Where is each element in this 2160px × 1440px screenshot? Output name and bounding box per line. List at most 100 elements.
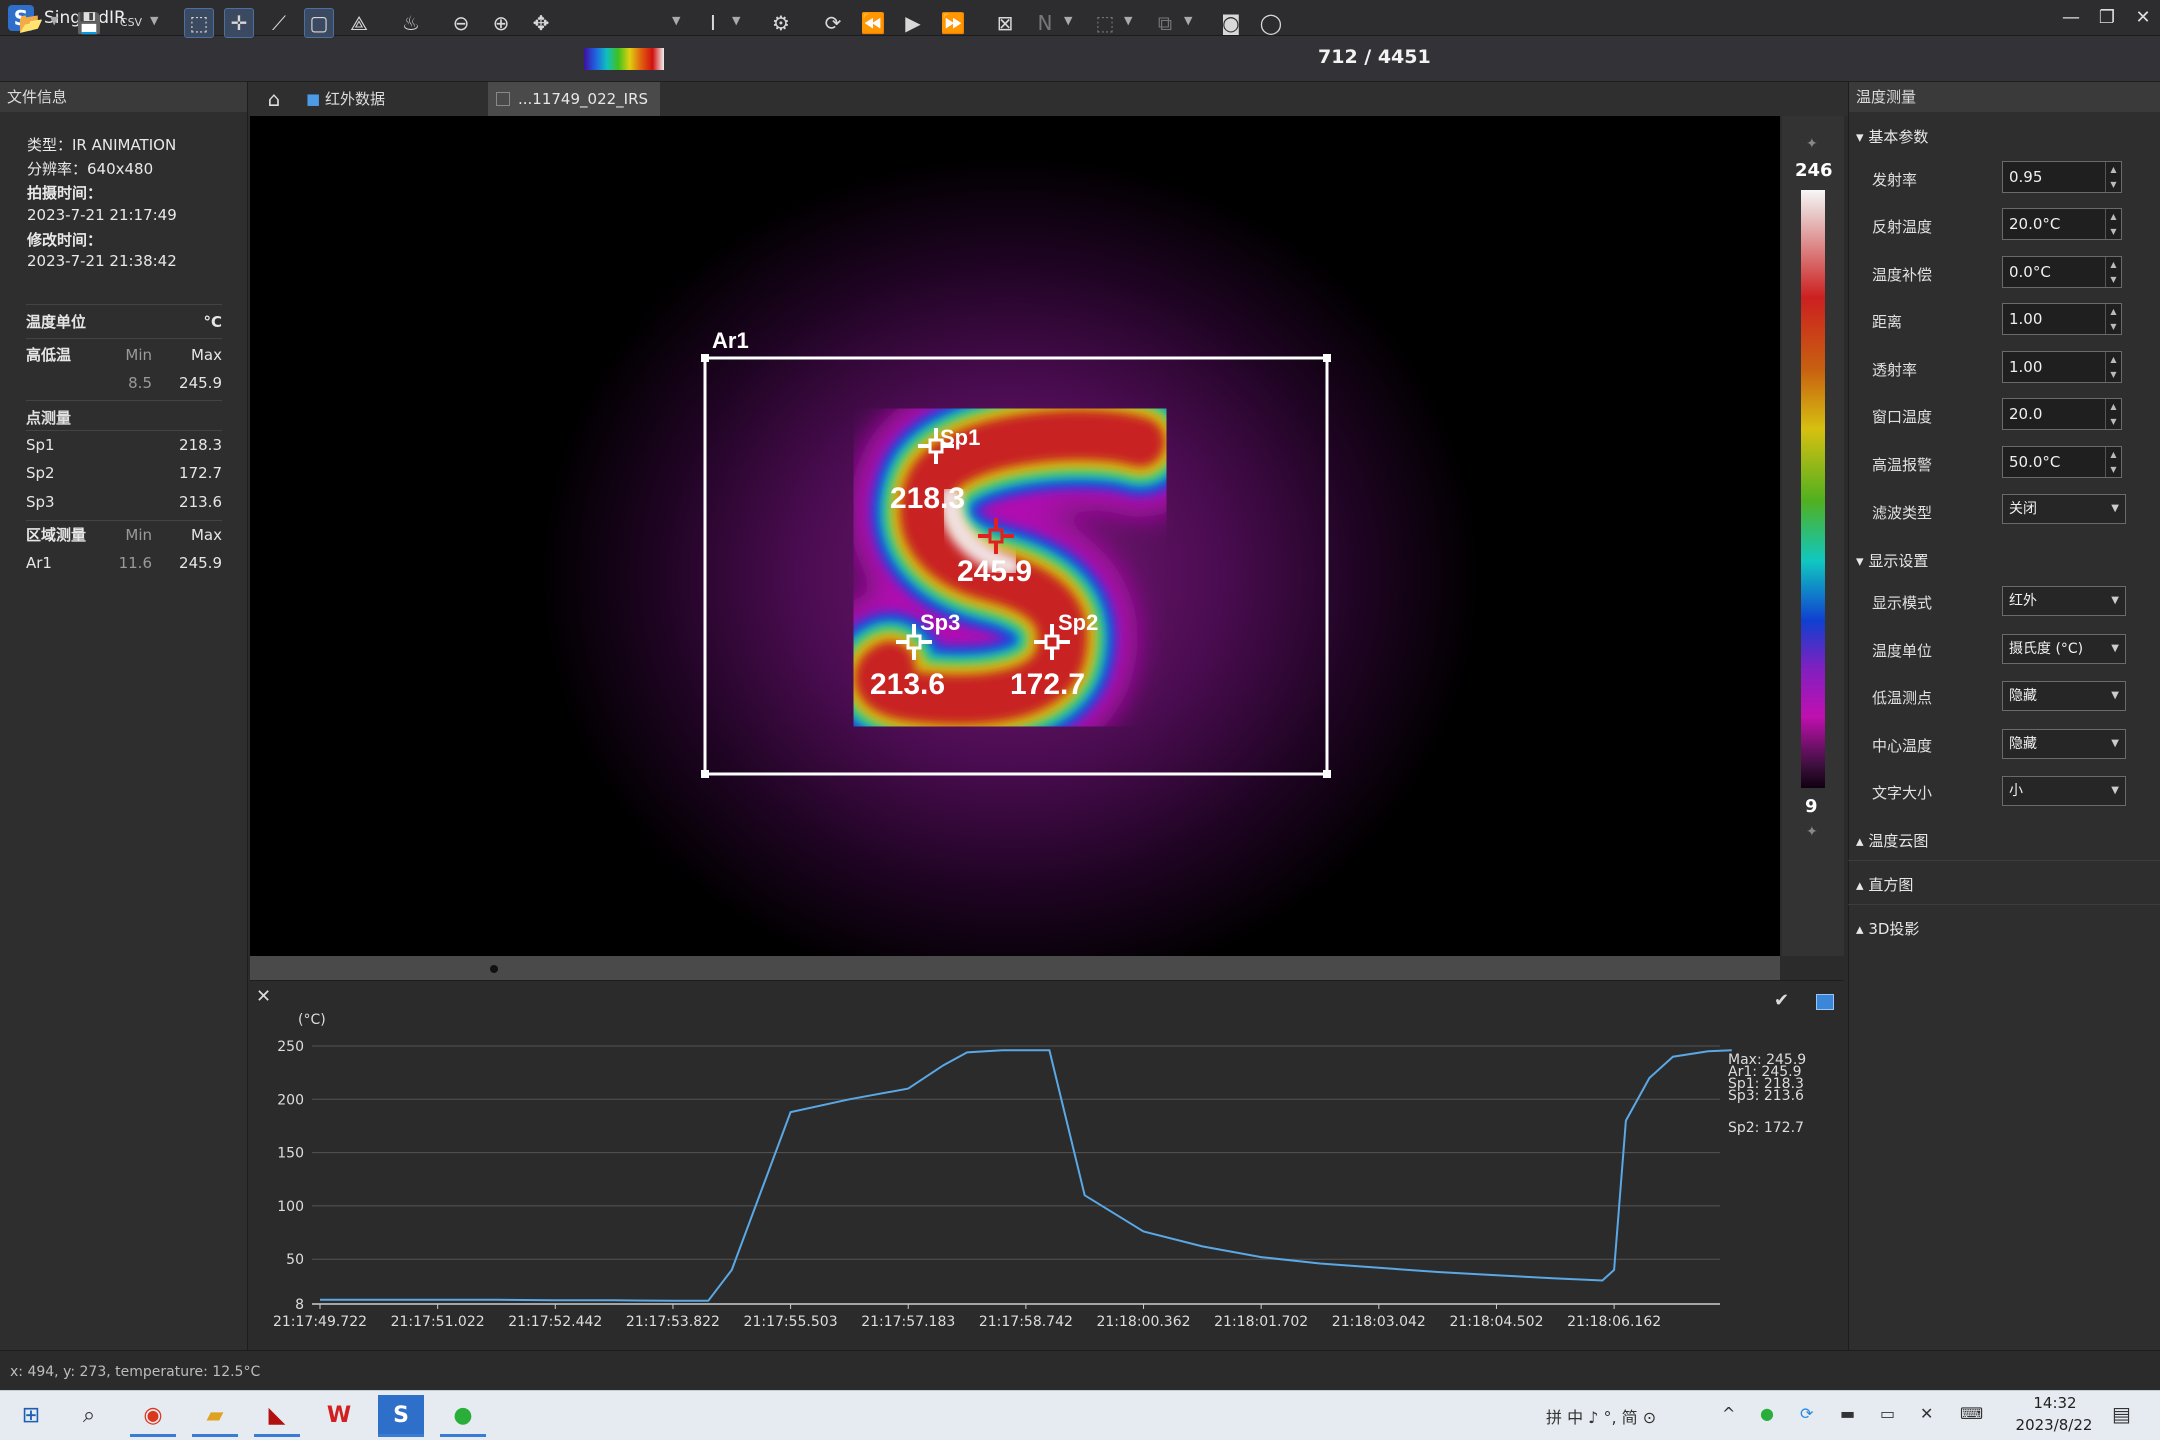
3d-projection-group[interactable]: ▴ 3D投影 <box>1856 918 1919 939</box>
resize-handle[interactable] <box>1323 354 1331 362</box>
chevron-down-icon[interactable]: ▼ <box>1184 14 1192 27</box>
taskbar-date[interactable]: 2023/8/22 <box>2006 1416 2102 1434</box>
file-icon <box>496 92 510 106</box>
tab-file[interactable]: ...11749_022_IRS <box>488 82 660 116</box>
point-row-sp1[interactable]: Sp1 218.3 <box>26 431 222 459</box>
loop-icon[interactable]: ⟳ <box>818 8 848 38</box>
wechat-icon[interactable]: ● <box>440 1395 486 1437</box>
windows-start-icon[interactable]: ⊞ <box>8 1395 54 1437</box>
temp-unit-select[interactable]: 摄氏度 (°C) ▼ <box>2002 634 2126 664</box>
wechat-tray-icon[interactable]: ● <box>1760 1404 1774 1423</box>
pan-icon[interactable]: ✥ <box>526 8 556 38</box>
zoom-in-icon[interactable]: ⊕ <box>486 8 516 38</box>
spin-arrows-icon[interactable]: ▲ ▼ <box>2105 399 2121 429</box>
transmittance-input[interactable]: 1.00 ▲ ▼ <box>2002 351 2122 383</box>
modified-time: 2023-7-21 21:38:42 <box>27 252 177 270</box>
chevron-down-icon[interactable]: ▼ <box>732 14 740 27</box>
text-cursor-icon[interactable]: I <box>698 8 728 38</box>
home-icon[interactable]: ⌂ <box>254 84 294 114</box>
point-row-sp3[interactable]: Sp3 213.6 <box>26 488 222 516</box>
maximize-button[interactable]: ❐ <box>2092 4 2122 32</box>
notification-icon[interactable]: ▤ <box>2112 1402 2131 1426</box>
high-temp-alarm-input[interactable]: 50.0°C ▲ ▼ <box>2002 446 2122 478</box>
volume-muted-icon[interactable]: ✕ <box>1920 1404 1933 1423</box>
text-annotate-icon[interactable]: N <box>1030 8 1060 38</box>
polygon-tool-icon[interactable]: ⟁ <box>344 8 374 38</box>
minimize-button[interactable]: — <box>2056 4 2086 32</box>
rectangle-tool-icon[interactable]: ▢ <box>304 8 334 38</box>
record-icon[interactable]: ◯ <box>1256 8 1286 38</box>
sync-icon[interactable]: ⟳ <box>1800 1404 1813 1423</box>
basic-params-group[interactable]: ▾ 基本参数 <box>1856 126 1928 147</box>
resize-handle[interactable] <box>1323 770 1331 778</box>
spin-arrows-icon[interactable]: ▲ ▼ <box>2105 209 2121 239</box>
search-icon[interactable]: ⌕ <box>66 1395 112 1437</box>
taskbar-time[interactable]: 14:32 <box>2010 1394 2100 1412</box>
resize-handle[interactable] <box>701 770 709 778</box>
rewind-icon[interactable]: ⏪ <box>858 8 888 38</box>
alarm-icon[interactable]: ♨ <box>396 8 426 38</box>
resize-handle[interactable] <box>701 354 709 362</box>
image-fusion-icon[interactable]: ⧉ <box>1150 8 1180 38</box>
point-row-sp2[interactable]: Sp2 172.7 <box>26 459 222 487</box>
ime-indicator[interactable]: 拼 中 ♪ °, 简 ⊙ <box>1546 1404 1656 1428</box>
display-mode-select[interactable]: 红外 ▼ <box>2002 586 2126 616</box>
chevron-down-icon: ▼ <box>2111 503 2119 514</box>
point-tool-icon[interactable]: ✛ <box>224 8 254 38</box>
chevron-down-icon[interactable]: ▼ <box>1064 14 1072 27</box>
timeline-handle[interactable] <box>490 965 498 973</box>
pdf-reader-icon[interactable]: ◣ <box>254 1395 300 1437</box>
palette-icon[interactable] <box>584 48 664 70</box>
csv-export-icon[interactable]: CSV <box>116 8 146 38</box>
singardir-taskbar-icon[interactable]: S <box>378 1395 424 1437</box>
distance-input[interactable]: 1.00 ▲ ▼ <box>2002 303 2122 335</box>
file-explorer-icon[interactable]: ▰ <box>192 1395 238 1437</box>
chevron-down-icon[interactable]: ▼ <box>1124 14 1132 27</box>
center-temp-select[interactable]: 隐藏 ▼ <box>2002 729 2126 759</box>
pin-icon[interactable]: ✦ <box>1806 136 1818 152</box>
line-tool-icon[interactable]: ⟋ <box>264 8 294 38</box>
chevron-down-icon[interactable]: ▼ <box>150 14 158 27</box>
spin-arrows-icon[interactable]: ▲ ▼ <box>2105 447 2121 477</box>
spin-arrows-icon[interactable]: ▲ ▼ <box>2105 352 2121 382</box>
fast-forward-icon[interactable]: ⏩ <box>938 8 968 38</box>
pin-icon[interactable]: ✦ <box>1806 824 1818 840</box>
low-temp-point-select[interactable]: 隐藏 ▼ <box>2002 681 2126 711</box>
tab-folder[interactable]: ■ 红外数据 <box>306 84 476 114</box>
network-icon[interactable]: ▭ <box>1880 1404 1895 1423</box>
zoom-out-icon[interactable]: ⊖ <box>446 8 476 38</box>
filter-type-select[interactable]: 关闭 ▼ <box>2002 494 2126 524</box>
reflected-temp-input[interactable]: 20.0°C ▲ ▼ <box>2002 208 2122 240</box>
chevron-down-icon[interactable]: ▼ <box>672 14 680 27</box>
area-row-ar1[interactable]: Ar1 11.6 245.9 <box>26 549 222 577</box>
histogram-group[interactable]: ▴ 直方图 <box>1856 874 1913 895</box>
open-folder-icon[interactable]: 📂 <box>16 8 46 38</box>
chevron-down-icon[interactable]: ▼ <box>50 14 58 27</box>
fit-frame-icon[interactable]: ⊠ <box>990 8 1020 38</box>
spin-arrows-icon[interactable]: ▲ ▼ <box>2105 162 2121 192</box>
wps-icon[interactable]: W <box>316 1395 362 1437</box>
gear-icon[interactable]: ⚙ <box>766 8 796 38</box>
spin-arrows-icon[interactable]: ▲ ▼ <box>2105 257 2121 287</box>
battery-icon[interactable]: ▬ <box>1840 1404 1855 1423</box>
chevron-up-icon[interactable]: ^ <box>1722 1404 1735 1423</box>
save-icon[interactable]: 💾 <box>74 8 104 38</box>
display-settings-group[interactable]: ▾ 显示设置 <box>1856 550 1928 571</box>
emissivity-input[interactable]: 0.95 ▲ ▼ <box>2002 161 2122 193</box>
temperature-line-chart[interactable]: (°C) 250 200 150 100 50 8 21:17:49.722 21:17:5… <box>250 1000 1844 1350</box>
keyboard-icon[interactable]: ⌨ <box>1960 1404 1983 1423</box>
select-region-icon[interactable]: ⬚ <box>184 8 214 38</box>
thermal-map-group[interactable]: ▴ 温度云图 <box>1856 830 1928 851</box>
text-size-select[interactable]: 小 ▼ <box>2002 776 2126 806</box>
spin-arrows-icon[interactable]: ▲ ▼ <box>2105 304 2121 334</box>
close-button[interactable]: ✕ <box>2128 4 2158 32</box>
window-temp-input[interactable]: 20.0 ▲ ▼ <box>2002 398 2122 430</box>
play-icon[interactable]: ▶ <box>898 8 928 38</box>
timeline-scrollbar[interactable] <box>250 956 1780 980</box>
crop-icon[interactable]: ⬚ <box>1090 8 1120 38</box>
temp-compensation-input[interactable]: 0.0°C ▲ ▼ <box>2002 256 2122 288</box>
chrome-icon[interactable]: ◉ <box>130 1395 176 1437</box>
camera-icon[interactable]: ◙ <box>1216 8 1246 38</box>
thermal-image-viewer[interactable]: Ar1 Sp1 218.3 245.9 Sp3 213.6 Sp2 172.7 <box>250 116 1780 956</box>
thermal-image[interactable]: Ar1 Sp1 218.3 245.9 Sp3 213.6 Sp2 172.7 <box>250 116 1780 956</box>
